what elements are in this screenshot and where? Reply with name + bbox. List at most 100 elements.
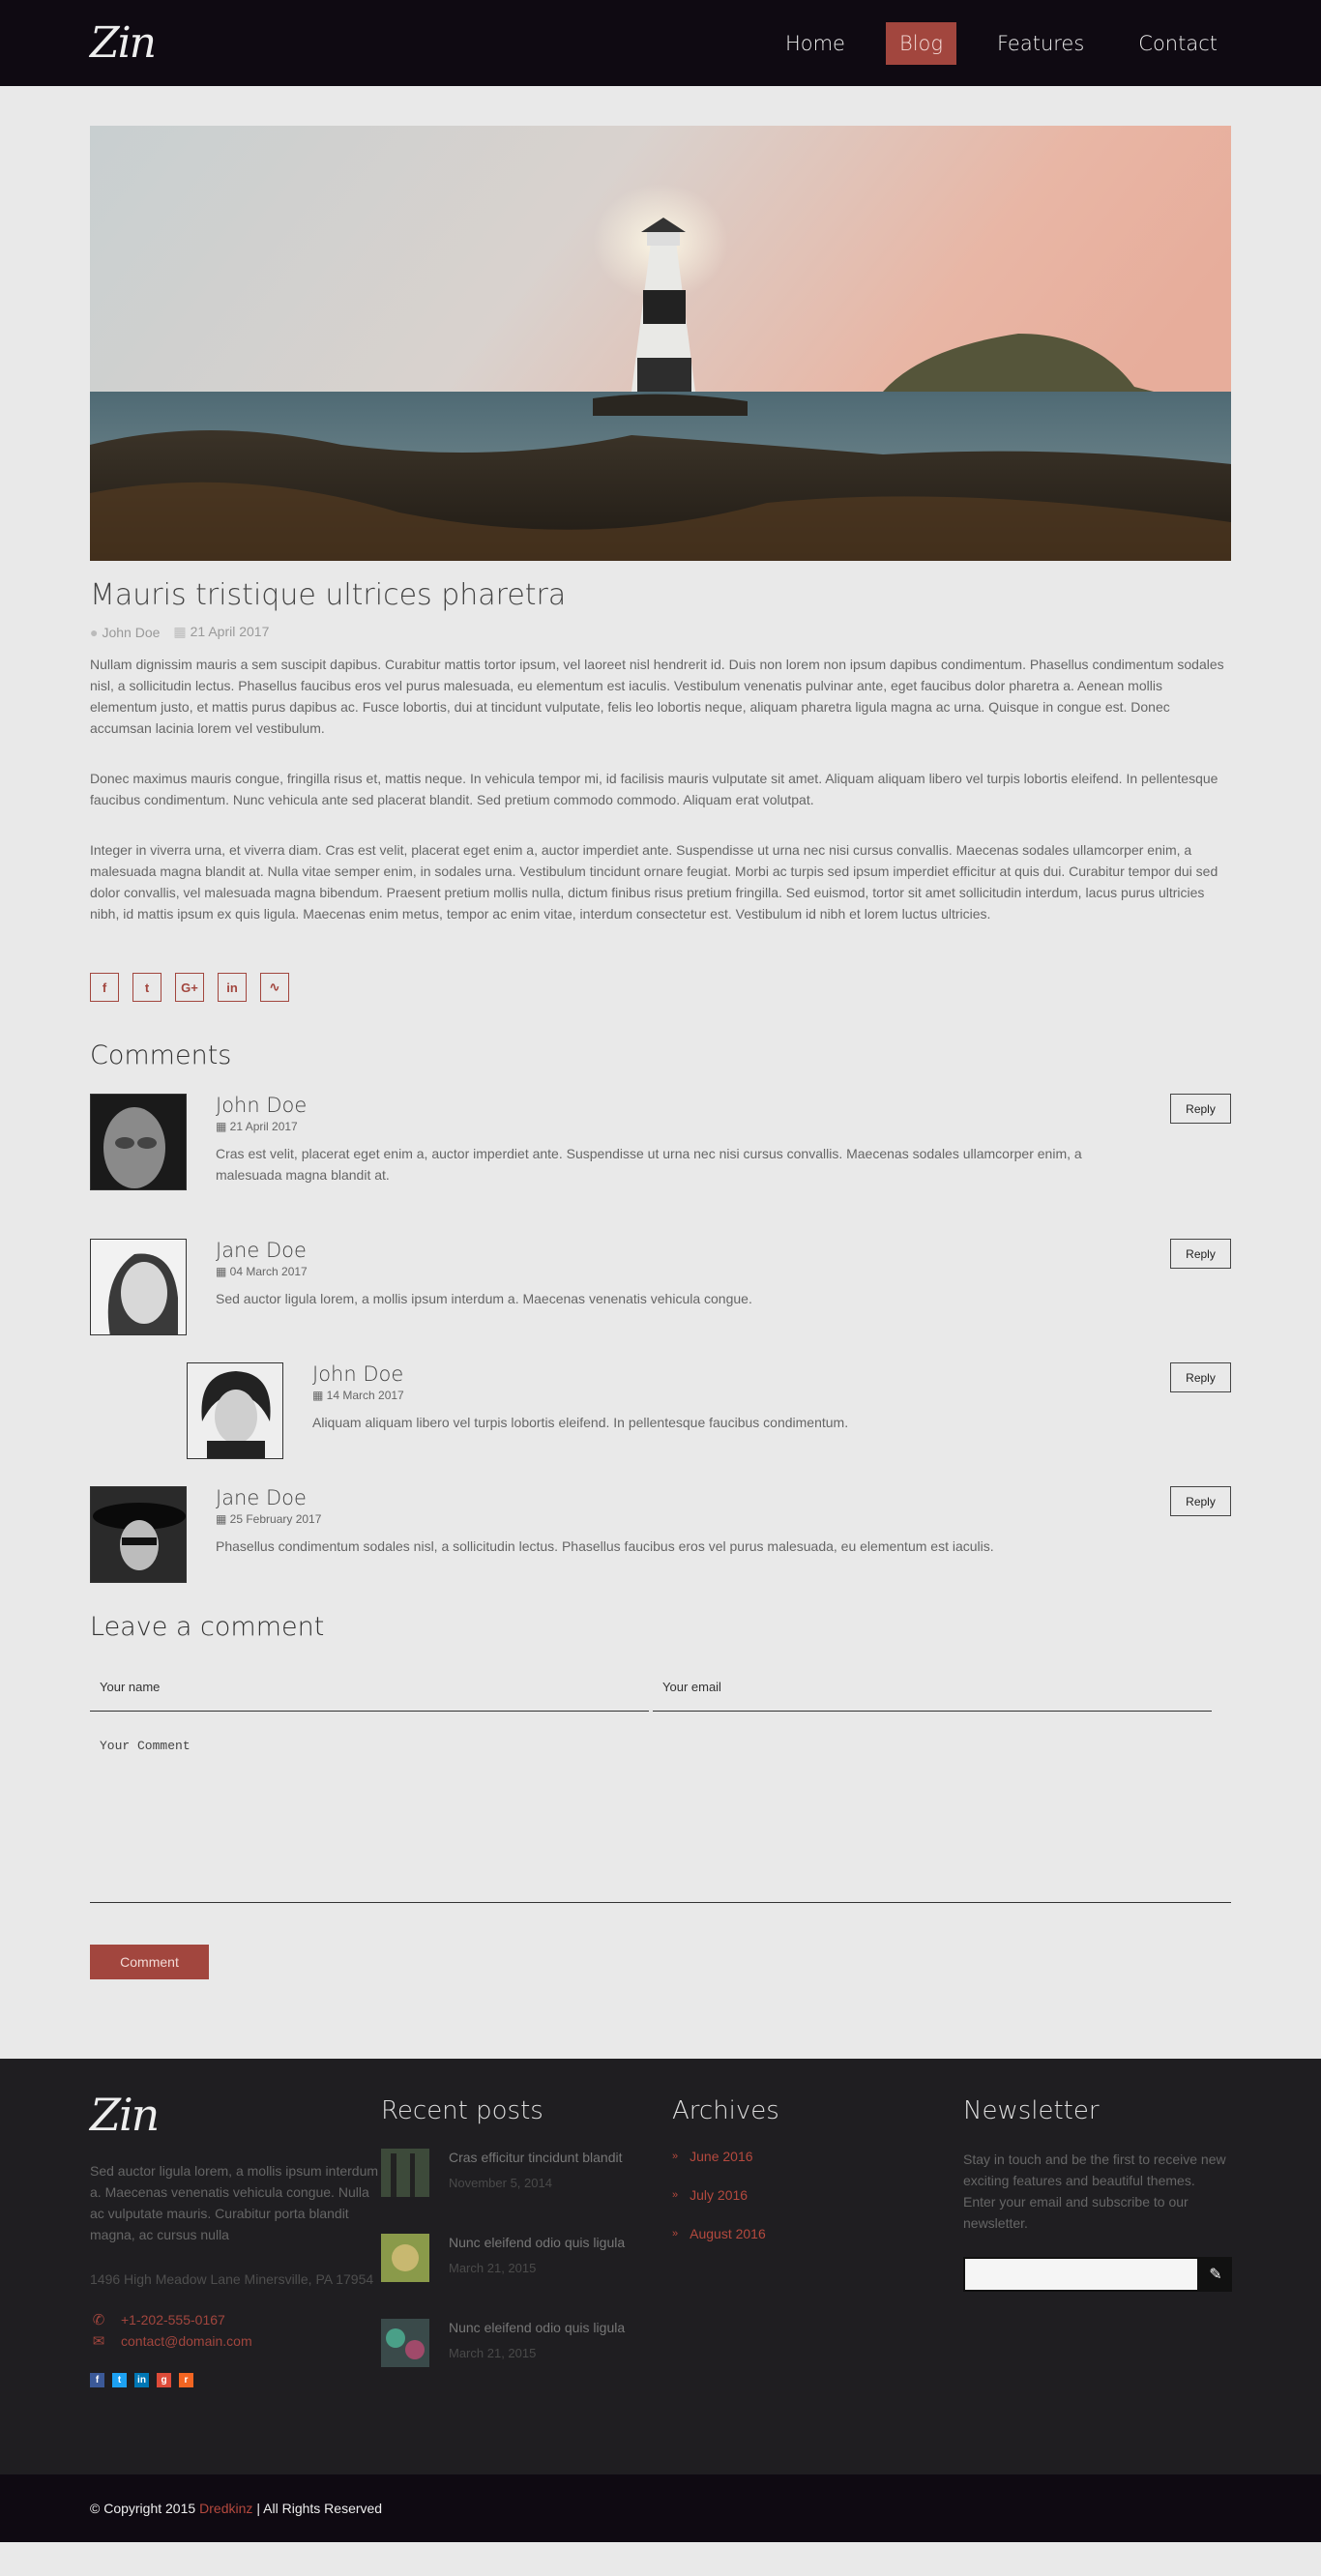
reply-button[interactable]: Reply <box>1170 1362 1231 1392</box>
email-input[interactable] <box>653 1663 1212 1712</box>
envelope-icon: ✉ <box>92 2333 105 2350</box>
post-date-text: 21 April 2017 <box>190 624 270 639</box>
newsletter-text: Stay in touch and be the first to receiv… <box>963 2152 1226 2231</box>
nav-features[interactable]: Features <box>983 22 1098 65</box>
archive-link[interactable]: » June 2016 <box>672 2149 963 2164</box>
comment-author: Jane Doe <box>216 1239 307 1262</box>
comment-date: ▦ 14 March 2017 <box>312 1389 1105 1402</box>
comment-textarea[interactable] <box>90 1721 1231 1903</box>
site-header: Zin Home Blog Features Contact <box>0 0 1321 86</box>
nav-home[interactable]: Home <box>772 22 859 65</box>
archive-label: June 2016 <box>690 2149 753 2164</box>
chevron-right-icon: » <box>672 2228 679 2239</box>
avatar <box>90 1239 187 1335</box>
comment-date-text: 04 March 2017 <box>229 1265 308 1278</box>
twitter-icon[interactable]: t <box>132 973 161 1002</box>
recent-post-title: Nunc eleifend odio quis ligula <box>449 2235 626 2250</box>
user-icon: ● <box>90 624 99 640</box>
recent-post-title: Cras efficitur tincidunt blandit <box>449 2150 623 2165</box>
reply-button[interactable]: Reply <box>1170 1486 1231 1516</box>
post-author[interactable]: ● John Doe <box>90 625 160 640</box>
post-hero-image <box>90 126 1231 561</box>
comment-text: Aliquam aliquam libero vel turpis lobort… <box>312 1415 849 1430</box>
archive-link[interactable]: » July 2016 <box>672 2187 963 2203</box>
recent-post-thumbnail <box>381 2234 429 2282</box>
name-input[interactable] <box>90 1663 649 1712</box>
comment-author: John Doe <box>312 1362 404 1386</box>
recent-post-item[interactable]: Nunc eleifend odio quis ligula March 21, … <box>381 2319 672 2367</box>
footer-email[interactable]: ✉ contact@domain.com <box>90 2332 381 2350</box>
footer-recent-posts: Recent posts Cras efficitur tincidunt bl… <box>381 2093 672 2404</box>
copyright-brand-link[interactable]: Dredkinz <box>199 2501 252 2516</box>
recent-post-item[interactable]: Nunc eleifend odio quis ligula March 21, … <box>381 2234 672 2282</box>
phone-text: +1-202-555-0167 <box>121 2312 225 2327</box>
recent-post-date: March 21, 2015 <box>449 2346 537 2360</box>
nav-blog[interactable]: Blog <box>885 21 956 65</box>
pencil-icon[interactable]: ✎ <box>1199 2257 1232 2292</box>
archive-label: August 2016 <box>690 2226 766 2241</box>
facebook-icon[interactable]: f <box>90 973 119 1002</box>
recent-post-thumbnail <box>381 2149 429 2197</box>
post-paragraph: Nullam dignissim mauris a sem suscipit d… <box>90 657 1224 736</box>
comment-date-text: 14 March 2017 <box>326 1389 404 1402</box>
post-paragraph: Donec maximus mauris congue, fringilla r… <box>90 771 1218 807</box>
leave-comment-title: Leave a comment <box>90 1612 325 1642</box>
archive-link[interactable]: » August 2016 <box>672 2226 963 2241</box>
newsletter-form: ✎ <box>963 2257 1232 2292</box>
google-plus-icon[interactable]: G+ <box>175 973 204 1002</box>
comment-date: ▦ 21 April 2017 <box>216 1120 1105 1133</box>
reply-button[interactable]: Reply <box>1170 1094 1231 1124</box>
facebook-icon[interactable]: f <box>90 2373 104 2387</box>
submit-comment-button[interactable]: Comment <box>90 1945 209 1979</box>
site-footer: Zin Sed auctor ligula lorem, a mollis ip… <box>0 2059 1321 2474</box>
email-text: contact@domain.com <box>121 2333 252 2349</box>
comment-form-row <box>90 1663 1231 1712</box>
newsletter-email-input[interactable] <box>963 2257 1199 2292</box>
footer-social: f t in g r <box>90 2373 381 2387</box>
footer-newsletter: Newsletter Stay in touch and be the firs… <box>963 2093 1232 2404</box>
comment-author: John Doe <box>216 1094 308 1117</box>
footer-about: Zin Sed auctor ligula lorem, a mollis ip… <box>90 2093 381 2404</box>
linkedin-icon[interactable]: in <box>134 2373 149 2387</box>
rss-icon[interactable]: r <box>179 2373 193 2387</box>
comment-date: ▦ 04 March 2017 <box>216 1265 1105 1278</box>
recent-post-thumbnail <box>381 2319 429 2367</box>
footer-logo[interactable]: Zin <box>90 2093 381 2137</box>
calendar-icon: ▦ <box>216 1120 230 1133</box>
post-author-name: John Doe <box>102 624 161 640</box>
linkedin-icon[interactable]: in <box>218 973 247 1002</box>
comment-reply: John Doe ▦ 14 March 2017 Aliquam aliquam… <box>187 1362 1231 1459</box>
nav-contact[interactable]: Contact <box>1125 22 1231 65</box>
calendar-icon: ▦ <box>216 1512 230 1526</box>
comment-date: ▦ 25 February 2017 <box>216 1512 1105 1526</box>
rss-icon[interactable]: ∿ <box>260 973 289 1002</box>
comment-date-text: 21 April 2017 <box>229 1120 298 1133</box>
reply-button[interactable]: Reply <box>1170 1239 1231 1269</box>
site-logo[interactable]: Zin <box>90 21 157 65</box>
share-buttons: f t G+ in ∿ <box>90 973 1231 1002</box>
recent-posts-title: Recent posts <box>381 2096 543 2125</box>
twitter-icon[interactable]: t <box>112 2373 127 2387</box>
comments-title: Comments <box>90 1040 232 1070</box>
archive-label: July 2016 <box>690 2187 749 2203</box>
recent-post-title: Nunc eleifend odio quis ligula <box>449 2320 626 2335</box>
google-plus-icon[interactable]: g <box>157 2373 171 2387</box>
comment: Jane Doe ▦ 04 March 2017 Sed auctor ligu… <box>90 1239 1231 1335</box>
recent-post-date: March 21, 2015 <box>449 2261 537 2275</box>
copyright-prefix: © Copyright 2015 <box>90 2501 196 2516</box>
blog-post: Mauris tristique ultrices pharetra ● John… <box>90 126 1231 1979</box>
copyright-bar: © Copyright 2015 Dredkinz | All Rights R… <box>0 2474 1321 2542</box>
avatar <box>187 1362 283 1459</box>
recent-post-item[interactable]: Cras efficitur tincidunt blandit November… <box>381 2149 672 2197</box>
footer-address: 1496 High Meadow Lane Minersville, PA 17… <box>90 2271 374 2287</box>
calendar-icon: ▦ <box>312 1389 327 1402</box>
avatar <box>90 1094 187 1190</box>
post-paragraph: Integer in viverra urna, et viverra diam… <box>90 842 1218 922</box>
archives-title: Archives <box>672 2096 779 2125</box>
footer-about-text: Sed auctor ligula lorem, a mollis ipsum … <box>90 2163 379 2242</box>
phone-icon: ✆ <box>92 2312 105 2328</box>
comment-author: Jane Doe <box>216 1486 307 1509</box>
recent-post-date: November 5, 2014 <box>449 2176 552 2190</box>
footer-phone[interactable]: ✆ +1-202-555-0167 <box>90 2311 381 2328</box>
avatar <box>90 1486 187 1583</box>
